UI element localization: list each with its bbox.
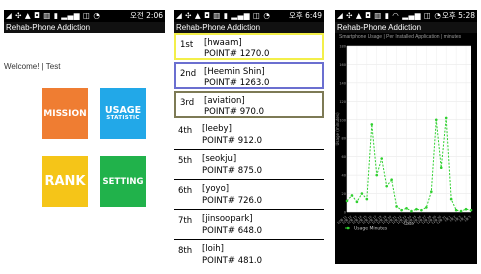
rank-points: POINT# 912.0 xyxy=(202,136,263,146)
main-menu-screen: ◢ ✣ ▲ ◘ ▥ ▮ ▂▄▆ ◫ ◔ 오전 2:06 Rehab-Phone … xyxy=(4,10,165,264)
rank-points: POINT# 1263.0 xyxy=(204,78,270,88)
data-point xyxy=(430,190,433,194)
data-point xyxy=(439,166,443,170)
ranking-row[interactable]: 4th [leeby] POINT# 912.0 xyxy=(174,120,324,150)
app-title: Rehab-Phone Addiction xyxy=(174,22,324,33)
status-bar: ◢ ✣ ▲ ◘ ▥ ▮ ▂▄▆ ◫ ◔ 오전 2:06 xyxy=(4,10,165,22)
status-time: 오후 6:49 xyxy=(288,11,322,20)
data-point xyxy=(360,192,364,195)
status-icons: ◢ ✣ ▲ ◘ ▥ ▮ ▂▄▆ ◫ ◔ xyxy=(176,11,271,20)
status-icons: ◢ ✣ ▲ ◘ ▥ ▮ ▂▄▆ ◫ ◔ xyxy=(6,11,101,20)
data-point xyxy=(444,116,448,120)
data-point xyxy=(395,205,398,208)
y-tick-label: 160 xyxy=(339,63,346,67)
data-point xyxy=(415,207,418,211)
status-time: 오후 5:28 xyxy=(441,11,475,20)
data-point xyxy=(350,194,354,197)
data-point xyxy=(355,200,359,204)
data-point xyxy=(380,157,384,160)
rank-points: POINT# 481.0 xyxy=(202,256,263,264)
ranking-row[interactable]: 7th [jinsoopark] POINT# 648.0 xyxy=(174,210,324,240)
data-point xyxy=(375,173,379,177)
rank-points: POINT# 970.0 xyxy=(204,107,265,117)
data-point xyxy=(345,199,349,203)
app-title: Rehab-Phone Addiction xyxy=(335,22,477,33)
data-point xyxy=(420,208,423,212)
legend-marker xyxy=(346,226,350,230)
data-point xyxy=(400,208,403,212)
ranking-row[interactable]: 8th [loih] POINT# 481.0 xyxy=(174,240,324,264)
data-point xyxy=(425,206,428,209)
status-bar: ◢ ✣ ▲ ◘ ▥ ▮ ◠ ▂▄▆ ◫ ◔ 오후 5:28 xyxy=(335,10,477,22)
usage-statistic-screen: ◢ ✣ ▲ ◘ ▥ ▮ ◠ ▂▄▆ ◫ ◔ 오후 5:28 Rehab-Phon… xyxy=(335,10,477,264)
status-time: 오전 2:06 xyxy=(129,11,163,20)
legend-label: Usage Minutes xyxy=(354,226,388,232)
rank-user-name: [aviation] xyxy=(204,96,245,106)
status-icons: ◢ ✣ ▲ ◘ ▥ ▮ ◠ ▂▄▆ ◫ ◔ xyxy=(337,11,442,20)
plot-area xyxy=(347,46,471,212)
rank-user-name: [jinsoopark] xyxy=(202,214,253,224)
rank-user-name: [leeby] xyxy=(202,124,232,134)
mission-label: MISSION xyxy=(43,108,87,119)
rank-user-name: [seokju] xyxy=(202,154,237,164)
rank-position: 2nd xyxy=(180,69,197,79)
data-point xyxy=(469,208,473,212)
y-tick-label: 80 xyxy=(342,137,346,141)
rank-user-name: [loih] xyxy=(202,244,224,254)
data-point xyxy=(454,208,458,212)
status-bar: ◢ ✣ ▲ ◘ ▥ ▮ ▂▄▆ ◫ ◔ 오후 6:49 xyxy=(174,10,324,22)
usage-sublabel: STATISTIC xyxy=(106,114,140,121)
data-point xyxy=(385,184,388,188)
rank-position: 1st xyxy=(180,40,194,50)
ranking-row[interactable]: 2nd [Heemin Shin] POINT# 1263.0 xyxy=(174,62,324,89)
data-point xyxy=(449,197,453,201)
y-tick-label: 20 xyxy=(342,192,346,196)
data-point xyxy=(410,209,413,213)
data-point xyxy=(370,123,374,126)
rank-position: 7th xyxy=(178,216,193,226)
ranking-row[interactable]: 6th [yoyo] POINT# 726.0 xyxy=(174,180,324,210)
usage-statistic-button[interactable]: USAGE STATISTIC xyxy=(100,88,146,139)
data-point xyxy=(434,118,438,122)
rank-user-name: [hwaam] xyxy=(204,38,242,48)
setting-label: SETTING xyxy=(102,176,144,187)
app-title: Rehab-Phone Addiction xyxy=(4,22,165,33)
rank-points: POINT# 726.0 xyxy=(202,196,263,206)
ranking-row[interactable]: 3rd [aviation] POINT# 970.0 xyxy=(174,91,324,118)
rank-button[interactable]: RANK xyxy=(42,156,88,207)
y-tick-label: 140 xyxy=(339,81,346,85)
y-tick-label: 100 xyxy=(339,118,346,122)
y-tick-label: 180 xyxy=(339,45,346,49)
y-tick-label: 120 xyxy=(339,100,346,104)
ranking-list[interactable]: 1st [hwaam] POINT# 1270.0 2nd [Heemin Shin] P… xyxy=(174,33,324,264)
rank-position: 5th xyxy=(178,156,193,166)
data-point xyxy=(459,209,463,213)
data-point xyxy=(405,207,408,210)
rank-label: RANK xyxy=(44,174,86,189)
rank-user-name: [Heemin Shin] xyxy=(204,67,265,77)
rank-position: 4th xyxy=(178,126,193,136)
setting-button[interactable]: SETTING xyxy=(100,156,146,207)
rank-position: 3rd xyxy=(180,98,195,108)
welcome-text: Welcome! | Test xyxy=(4,62,61,71)
ranking-row[interactable]: 1st [hwaam] POINT# 1270.0 xyxy=(174,33,324,60)
rank-points: POINT# 875.0 xyxy=(202,166,263,176)
ranking-screen: ◢ ✣ ▲ ◘ ▥ ▮ ▂▄▆ ◫ ◔ 오후 6:49 Rehab-Phone … xyxy=(174,10,324,264)
y-tick-label: 40 xyxy=(342,174,346,178)
rank-position: 8th xyxy=(178,246,193,256)
mission-button[interactable]: MISSION xyxy=(42,88,88,139)
data-point xyxy=(390,178,393,182)
data-point xyxy=(365,197,369,201)
data-point xyxy=(464,207,468,211)
y-tick-label: 60 xyxy=(342,155,346,159)
rank-user-name: [yoyo] xyxy=(202,184,230,194)
usage-line-chart: 020406080100120140160180Usage (minutes)1… xyxy=(335,45,473,232)
rank-position: 6th xyxy=(178,186,193,196)
rank-points: POINT# 648.0 xyxy=(202,226,263,236)
x-axis-label: Date xyxy=(404,221,414,226)
y-tick-label: 0 xyxy=(344,211,346,215)
y-axis-label: Usage (minutes) xyxy=(335,112,340,145)
rank-points: POINT# 1270.0 xyxy=(204,49,270,59)
ranking-row[interactable]: 5th [seokju] POINT# 875.0 xyxy=(174,150,324,180)
